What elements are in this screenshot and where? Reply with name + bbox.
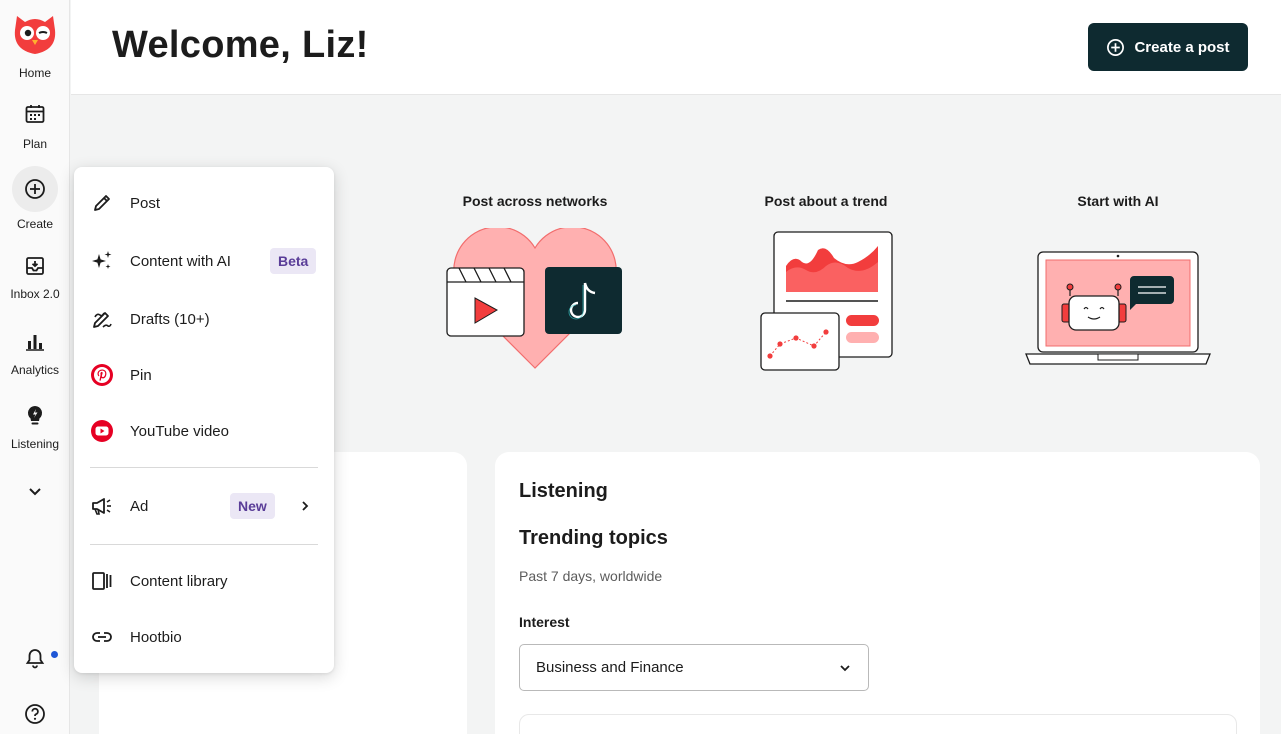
notifications-button[interactable]: [0, 645, 70, 671]
menu-item-pin[interactable]: Pin: [74, 353, 334, 397]
menu-item-label: YouTube video: [130, 422, 229, 440]
menu-item-label: Post: [130, 194, 161, 212]
interest-select-value: Business and Finance: [536, 659, 684, 676]
beta-badge: Beta: [270, 248, 317, 274]
sidebar-item-listening[interactable]: Listening: [0, 403, 70, 451]
networks-illustration: [446, 228, 622, 369]
sidebar-more-button[interactable]: [0, 478, 70, 504]
sidebar-item-home[interactable]: Home: [0, 6, 70, 80]
menu-item-ad[interactable]: Ad New: [74, 484, 334, 528]
create-post-button[interactable]: Create a post: [1088, 23, 1248, 71]
chevron-right-icon: [298, 499, 312, 513]
megaphone-icon: [90, 494, 114, 518]
link-icon: [90, 625, 114, 649]
create-post-label: Create a post: [1134, 38, 1230, 56]
listening-panel: Listening Trending topics Past 7 days, w…: [495, 452, 1260, 734]
trend-illustration: [760, 231, 893, 371]
menu-item-hootbio[interactable]: Hootbio: [74, 615, 334, 659]
menu-item-label: Content with AI: [130, 252, 231, 270]
sidebar-item-label: Inbox 2.0: [10, 287, 60, 301]
menu-item-post[interactable]: Post: [74, 181, 334, 225]
interest-label: Interest: [519, 614, 570, 630]
menu-item-content-with-ai[interactable]: Content with AI Beta: [74, 239, 334, 283]
owl-logo-icon: [9, 6, 61, 58]
lightbulb-icon: [22, 403, 48, 429]
sparkles-icon: [90, 249, 114, 273]
menu-item-label: Drafts (10+): [130, 310, 210, 328]
quick-action-title: Start with AI: [1077, 193, 1159, 209]
sidebar-item-label: Plan: [22, 137, 48, 151]
pinterest-icon: [90, 363, 114, 387]
sidebar-item-label: Home: [18, 66, 51, 80]
youtube-icon: [90, 419, 114, 443]
chevron-down-icon: [838, 661, 852, 675]
library-icon: [90, 569, 114, 593]
menu-item-label: Ad: [130, 497, 149, 515]
quick-action-title: Post across networks: [462, 193, 608, 209]
sidebar-item-label: Listening: [10, 437, 60, 451]
menu-divider: [90, 544, 318, 545]
sidebar-item-create[interactable]: Create: [0, 166, 70, 231]
create-menu: Post Content with AI Beta Drafts (10+) P…: [74, 167, 334, 673]
new-badge: New: [230, 493, 275, 519]
page-title: Welcome, Liz!: [112, 24, 369, 66]
help-icon: [22, 701, 48, 727]
sidebar-item-analytics[interactable]: Analytics: [0, 329, 70, 377]
menu-item-drafts[interactable]: Drafts (10+): [74, 297, 334, 341]
inbox-icon: [22, 253, 48, 279]
menu-item-label: Pin: [130, 366, 152, 384]
plus-circle-icon: [12, 166, 58, 212]
notification-dot: [51, 651, 58, 658]
menu-item-content-library[interactable]: Content library: [74, 559, 334, 603]
bar-chart-icon: [22, 329, 48, 355]
menu-divider: [90, 467, 318, 468]
ai-illustration: [1025, 251, 1211, 365]
sidebar-item-label: Analytics: [10, 363, 60, 377]
menu-item-label: Hootbio: [130, 628, 182, 646]
page-header: Welcome, Liz! Create a post: [71, 0, 1281, 95]
menu-item-youtube-video[interactable]: YouTube video: [74, 409, 334, 453]
interest-select[interactable]: Business and Finance: [519, 644, 869, 691]
pencil-icon: [90, 191, 114, 215]
sidebar: Home Plan Create Inbox 2.0 Analytics Lis…: [0, 0, 70, 734]
trending-topics-subtitle: Past 7 days, worldwide: [519, 568, 663, 584]
menu-item-label: Content library: [130, 572, 228, 590]
trending-topics-title: Trending topics: [519, 527, 668, 549]
trending-topics-list: [519, 714, 1237, 734]
listening-title: Listening: [519, 480, 608, 502]
bell-icon: [22, 645, 48, 671]
sidebar-item-plan[interactable]: Plan: [0, 101, 70, 151]
sidebar-item-inbox[interactable]: Inbox 2.0: [0, 253, 70, 301]
calendar-icon: [22, 101, 48, 127]
help-button[interactable]: [0, 701, 70, 727]
sidebar-item-label: Create: [16, 217, 54, 231]
quick-action-title: Post about a trend: [764, 193, 888, 209]
chevron-down-icon: [22, 478, 48, 504]
plus-circle-icon: [1106, 38, 1125, 57]
draft-pencil-icon: [90, 307, 114, 331]
